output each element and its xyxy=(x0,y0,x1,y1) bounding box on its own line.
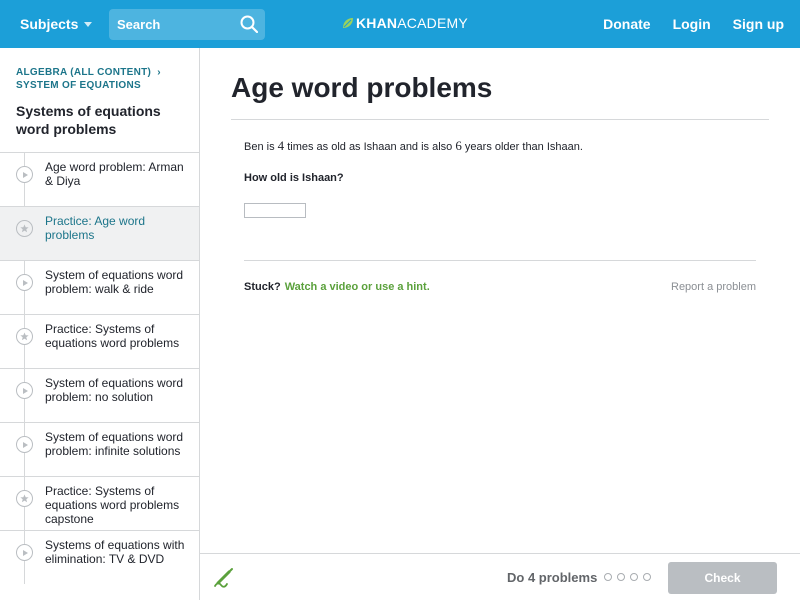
progress-dots xyxy=(604,573,651,581)
hint-link[interactable]: Watch a video or use a hint. xyxy=(285,281,430,293)
progress-dot xyxy=(604,573,612,581)
sidebar-lesson-label: System of equations word problem: infini… xyxy=(45,430,184,458)
sidebar-lesson-label: Practice: Age word problems xyxy=(45,214,146,242)
question-prompt: How old is Ishaan? xyxy=(244,172,344,184)
question-part-1: Ben is xyxy=(244,141,278,153)
exercise-panel: Age word problems Ben is 4 times as old … xyxy=(200,48,800,553)
logo-text-light: ACADEMY xyxy=(397,15,468,31)
donate-link[interactable]: Donate xyxy=(603,16,650,32)
unit-title: Systems of equations word problems xyxy=(16,103,161,137)
breadcrumb-course-link[interactable]: ALGEBRA (ALL CONTENT) xyxy=(16,67,151,78)
scratchpad-pencil-icon[interactable] xyxy=(213,566,235,588)
caret-down-icon xyxy=(84,21,93,27)
progress-dot xyxy=(643,573,651,581)
breadcrumb: ALGEBRA (ALL CONTENT) › SYSTEM OF EQUATIO… xyxy=(0,48,199,92)
play-icon xyxy=(16,166,33,183)
star-icon xyxy=(16,220,33,237)
sidebar-lesson-item[interactable]: Systems of equations with elimination: T… xyxy=(0,530,199,584)
subjects-label: Subjects xyxy=(20,16,79,32)
unit-sidebar: ALGEBRA (ALL CONTENT) › SYSTEM OF EQUATIO… xyxy=(0,48,200,600)
star-icon xyxy=(16,490,33,507)
sidebar-lesson-label: Practice: Systems of equations word prob… xyxy=(45,484,180,526)
problem-count-label: Do 4 problems xyxy=(507,570,598,585)
sidebar-lesson-item[interactable]: Age word problem: Arman & Diya xyxy=(0,152,199,206)
logo-text-bold: KHAN xyxy=(356,15,398,31)
top-navigation-bar: Subjects KHAN ACADEMY Donate Login Sign … xyxy=(0,0,800,48)
sidebar-lesson-item[interactable]: System of equations word problem: infini… xyxy=(0,422,199,476)
leaf-logo-icon xyxy=(343,18,353,28)
lesson-list: Age word problem: Arman & Diya Practice: … xyxy=(0,152,199,584)
sidebar-lesson-item[interactable]: Practice: Systems of equations word prob… xyxy=(0,476,199,530)
search-box[interactable] xyxy=(109,9,265,40)
stuck-label: Stuck? xyxy=(244,281,281,293)
sidebar-lesson-item[interactable]: Practice: Systems of equations word prob… xyxy=(0,314,199,368)
check-button[interactable]: Check xyxy=(668,562,777,594)
login-link[interactable]: Login xyxy=(673,16,711,32)
signup-link[interactable]: Sign up xyxy=(733,16,784,32)
report-problem-link[interactable]: Report a problem xyxy=(671,281,756,293)
play-icon xyxy=(16,382,33,399)
chevron-right-icon: › xyxy=(157,67,161,78)
progress-dot xyxy=(617,573,625,581)
sidebar-lesson-label: Systems of equations with elimination: T… xyxy=(45,538,185,566)
stuck-divider xyxy=(244,260,756,261)
exercise-footer: Do 4 problems Check xyxy=(200,553,800,600)
sidebar-lesson-label: System of equations word problem: no sol… xyxy=(45,376,184,404)
sidebar-lesson-label: Age word problem: Arman & Diya xyxy=(45,160,184,188)
subjects-menu-button[interactable]: Subjects xyxy=(20,16,93,32)
play-icon xyxy=(16,544,33,561)
sidebar-lesson-item[interactable]: System of equations word problem: walk &… xyxy=(0,260,199,314)
sidebar-lesson-item[interactable]: System of equations word problem: no sol… xyxy=(0,368,199,422)
sidebar-lesson-label: Practice: Systems of equations word prob… xyxy=(45,322,180,350)
question-part-2: times as old as Ishaan and is also xyxy=(284,141,456,153)
title-divider xyxy=(231,119,769,120)
search-icon[interactable] xyxy=(240,15,258,33)
play-icon xyxy=(16,274,33,291)
breadcrumb-unit-link[interactable]: SYSTEM OF EQUATIONS xyxy=(16,79,183,92)
question-part-3: years older than Ishaan. xyxy=(461,141,583,153)
stuck-section: Stuck? Watch a video or use a hint. xyxy=(244,281,430,293)
sidebar-lesson-label: System of equations word problem: walk &… xyxy=(45,268,184,296)
play-icon xyxy=(16,436,33,453)
question-text: Ben is 4 times as old as Ishaan and is a… xyxy=(244,138,583,154)
answer-input[interactable] xyxy=(244,203,306,218)
search-input[interactable] xyxy=(117,17,235,32)
page-title: Age word problems xyxy=(231,72,493,103)
progress-dot xyxy=(630,573,638,581)
star-icon xyxy=(16,328,33,345)
sidebar-lesson-item[interactable]: Practice: Age word problems xyxy=(0,206,199,260)
account-nav: Donate Login Sign up xyxy=(581,16,784,32)
khan-academy-logo[interactable]: KHAN ACADEMY xyxy=(342,15,468,31)
